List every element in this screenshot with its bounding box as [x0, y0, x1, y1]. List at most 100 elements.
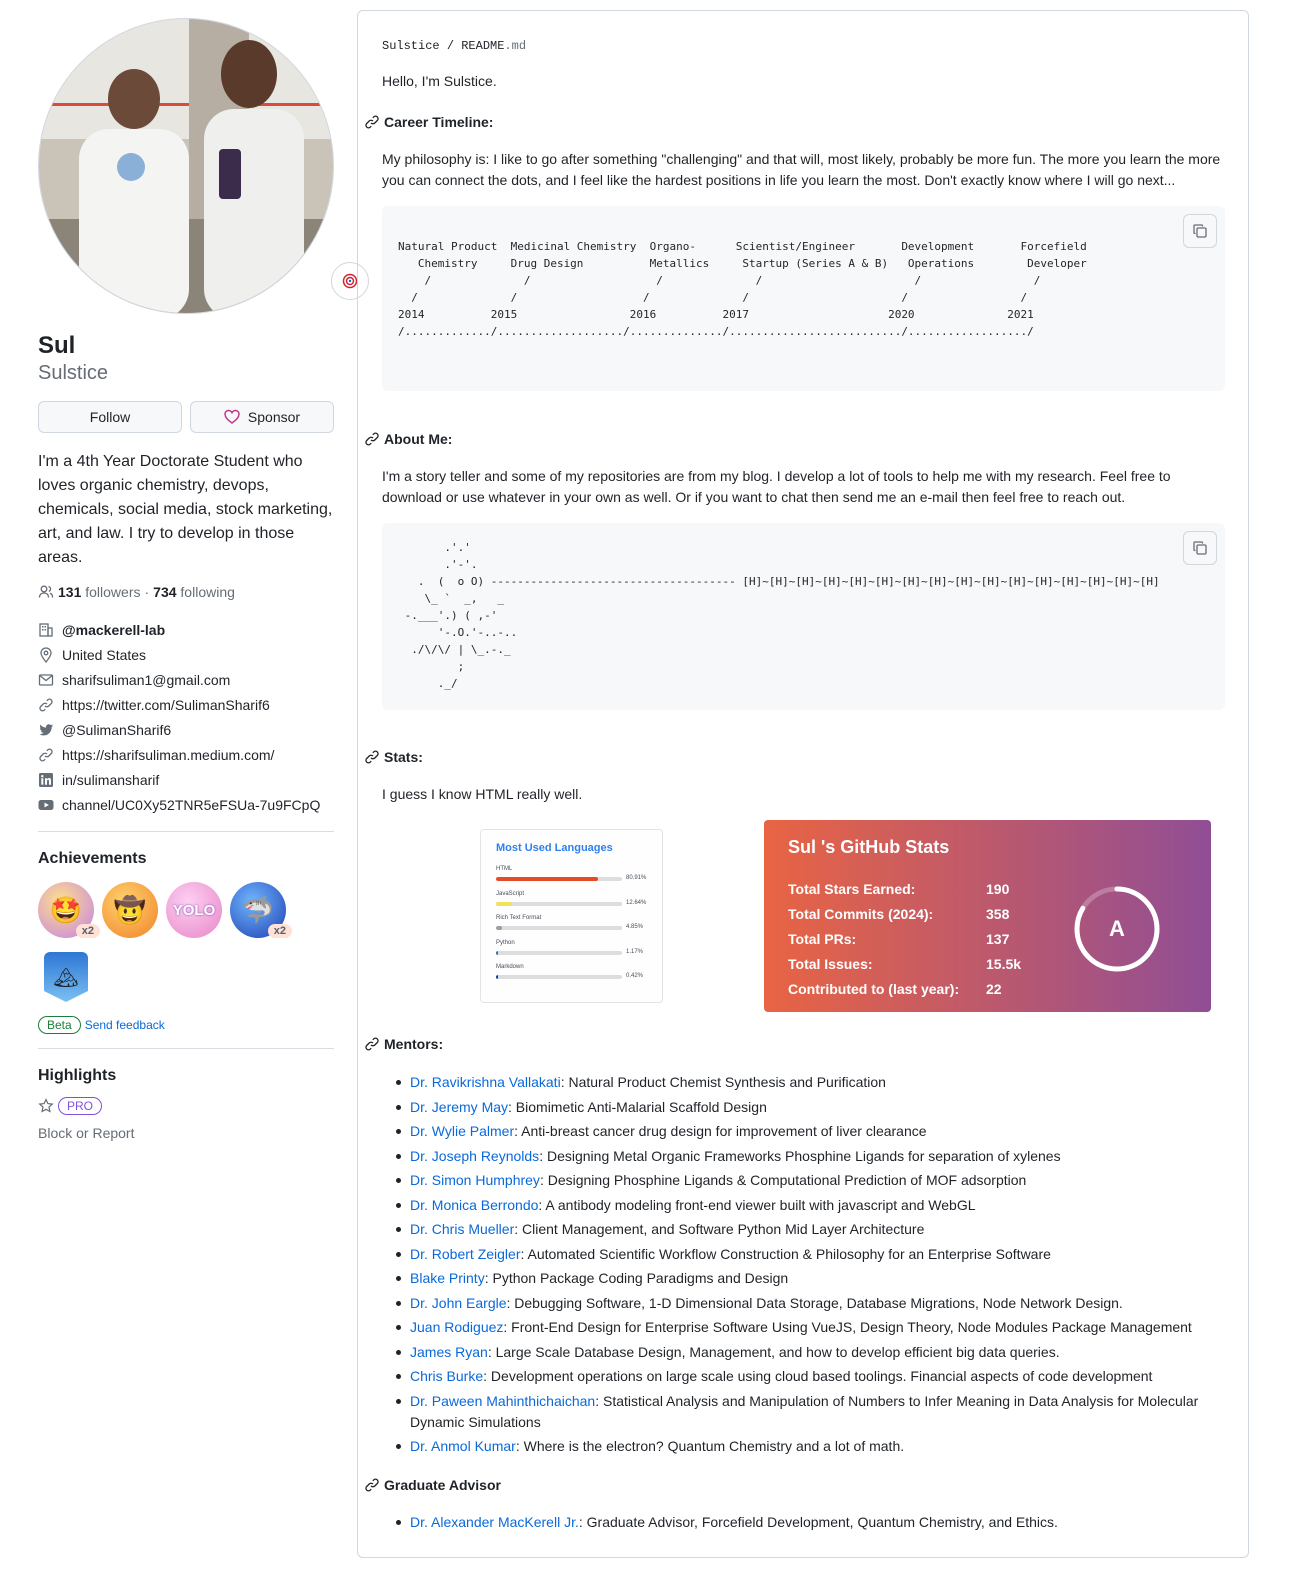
achievement-badge-yolo[interactable]: YOLO: [166, 882, 222, 938]
language-bar: [496, 926, 622, 930]
anchor-link-icon[interactable]: [364, 1036, 380, 1052]
achievement-badge-pull-shark[interactable]: 🦈 x2: [230, 882, 292, 938]
location-icon: [38, 646, 54, 663]
stats-heading: Stats:: [364, 749, 423, 765]
list-item: Dr. Robert Zeigler: Automated Scientific…: [396, 1244, 1210, 1265]
achievement-badge-quickdraw[interactable]: 🤩 x2: [38, 882, 100, 938]
mentor-link[interactable]: Dr. Robert Zeigler: [410, 1246, 520, 1262]
beta-feedback: Beta Send feedback: [38, 1016, 334, 1034]
language-percent: 4.85%: [626, 924, 644, 930]
mentor-link[interactable]: Dr. Paween Mahinthichaichan: [410, 1393, 595, 1409]
mentor-link[interactable]: Dr. Chris Mueller: [410, 1221, 514, 1237]
mentor-link[interactable]: Dr. John Eargle: [410, 1295, 507, 1311]
language-percent: 12.64%: [626, 899, 647, 906]
heart-icon: [224, 409, 240, 424]
mentor-description: : Biomimetic Anti-Malarial Scaffold Desi…: [508, 1098, 767, 1115]
mentor-description: : Where is the electron? Quantum Chemist…: [515, 1438, 905, 1454]
stat-label: Total PRs:: [788, 931, 857, 947]
mentor-description: : Natural Product Chemist Synthesis and …: [560, 1074, 886, 1090]
mentor-link[interactable]: Dr. Joseph Reynolds: [410, 1148, 539, 1164]
anchor-link-icon[interactable]: [364, 749, 380, 765]
target-icon: [342, 273, 358, 289]
copy-button[interactable]: [1183, 531, 1217, 565]
language-row: JavaScript 12.64%: [496, 891, 656, 906]
list-item: Dr. Wylie Palmer: Anti-breast cancer dru…: [396, 1121, 1210, 1142]
github-stats-card[interactable]: Sul 's GitHub Stats Total Stars Earned: 1…: [764, 820, 1211, 1012]
language-bar-fill: [496, 877, 598, 881]
list-item: Dr. Paween Mahinthichaichan: Statistical…: [396, 1391, 1210, 1433]
detail-twitter-url[interactable]: https://twitter.com/SulimanSharif6: [38, 692, 334, 717]
stat-row: Total PRs: 137: [788, 931, 1048, 951]
stats-card-title: Sul 's GitHub Stats: [788, 837, 950, 857]
mentor-description: : Automated Scientific Workflow Construc…: [520, 1245, 1051, 1262]
mentor-description: : Client Management, and Software Python…: [514, 1221, 925, 1237]
followers-link[interactable]: 131 followers: [58, 584, 141, 600]
achievements-title: Achievements: [38, 850, 147, 867]
send-feedback-link[interactable]: Send feedback: [85, 1018, 165, 1032]
crumb-file[interactable]: README: [461, 39, 504, 53]
star-icon: [38, 1098, 54, 1113]
mentor-link[interactable]: Dr. Monica Berrondo: [410, 1197, 538, 1213]
avatar[interactable]: [38, 18, 334, 314]
profile-details: @mackerell-lab United States sharifsulim…: [38, 617, 334, 817]
linkedin-text: in/sulimansharif: [62, 771, 160, 788]
mentor-description: : Designing Metal Organic Frameworks Pho…: [539, 1147, 1061, 1164]
org-text: @mackerell-lab: [62, 621, 166, 638]
following-link[interactable]: 734 following: [153, 584, 235, 600]
stat-value: 22: [986, 981, 1002, 997]
twitter-icon: [38, 722, 54, 738]
mentor-description: : Large Scale Database Design, Managemen…: [487, 1343, 1060, 1360]
mentor-link[interactable]: Dr. Simon Humphrey: [410, 1172, 540, 1188]
achievement-badge-arctic-code-vault[interactable]: 🏔: [44, 952, 88, 1002]
mentor-link[interactable]: Blake Printy: [410, 1270, 485, 1286]
detail-youtube[interactable]: channel/UC0Xy52TNR5eFSUa-7u9FCpQ: [38, 792, 334, 817]
language-bar-fill: [496, 926, 503, 930]
mentor-link[interactable]: James Ryan: [410, 1344, 488, 1360]
block-report-link[interactable]: Block or Report: [38, 1125, 334, 1141]
mentor-link[interactable]: Chris Burke: [410, 1368, 483, 1384]
rank-circle: A: [1074, 886, 1160, 972]
crumb-user[interactable]: Sulstice: [382, 39, 440, 53]
mentor-link[interactable]: Dr. Wylie Palmer: [410, 1123, 514, 1139]
crumb-separator: /: [446, 39, 455, 53]
sponsor-label: Sponsor: [247, 409, 301, 425]
mentor-link[interactable]: Juan Rodiguez: [410, 1319, 503, 1335]
mentor-link[interactable]: Dr. Ravikrishna Vallakati: [410, 1074, 561, 1090]
follow-button[interactable]: Follow: [38, 401, 182, 433]
language-name: Python: [496, 939, 515, 946]
detail-blog[interactable]: https://sharifsuliman.medium.com/: [38, 742, 334, 767]
stat-label: Total Commits (2024):: [788, 906, 934, 922]
language-percent: 80.91%: [626, 875, 647, 881]
anchor-link-icon[interactable]: [364, 114, 380, 130]
profile-bio: I'm a 4th Year Doctorate Student who lov…: [38, 453, 333, 566]
detail-org[interactable]: @mackerell-lab: [38, 617, 334, 642]
anchor-link-icon[interactable]: [364, 431, 380, 447]
copy-icon: [1193, 224, 1207, 238]
mentor-link[interactable]: Dr. Anmol Kumar: [410, 1438, 516, 1454]
language-percent: 0.42%: [626, 973, 644, 979]
detail-email[interactable]: sharifsuliman1@gmail.com: [38, 667, 334, 692]
people-icon: [38, 585, 54, 598]
stat-label: Total Stars Earned:: [788, 881, 916, 897]
pro-badge: PRO: [58, 1097, 103, 1115]
top-languages-card[interactable]: Most Used Languages HTML 80.91% JavaScript…: [480, 829, 663, 1003]
detail-linkedin[interactable]: in/sulimansharif: [38, 767, 334, 792]
stat-row: Total Commits (2024): 358: [788, 906, 1048, 926]
crumb-extension: .md: [504, 39, 527, 53]
link-icon: [38, 747, 54, 763]
sponsor-button[interactable]: Sponsor: [190, 401, 334, 433]
copy-icon: [1193, 541, 1207, 555]
achievement-badge-pair-extraordinaire[interactable]: 🤠: [102, 882, 158, 938]
detail-location: United States: [38, 642, 334, 667]
anchor-link-icon[interactable]: [364, 1477, 380, 1493]
advisor-link[interactable]: Dr. Alexander MacKerell Jr.: [410, 1514, 579, 1530]
achievements-badges: 🤩 x2 🤠 YOLO 🦈 x2 🏔: [38, 882, 308, 1002]
list-item: Dr. Anmol Kumar: Where is the electron? …: [396, 1436, 1210, 1457]
copy-button[interactable]: [1183, 214, 1217, 248]
detail-twitter-handle[interactable]: @SulimanSharif6: [38, 717, 334, 742]
language-row: Markdown 0.42%: [496, 964, 656, 979]
mentor-link[interactable]: Dr. Jeremy May: [410, 1099, 508, 1115]
mentor-description: : Development operations on large scale …: [483, 1368, 1153, 1384]
blog-text: https://sharifsuliman.medium.com/: [62, 746, 275, 763]
language-bar-fill: [496, 901, 512, 906]
